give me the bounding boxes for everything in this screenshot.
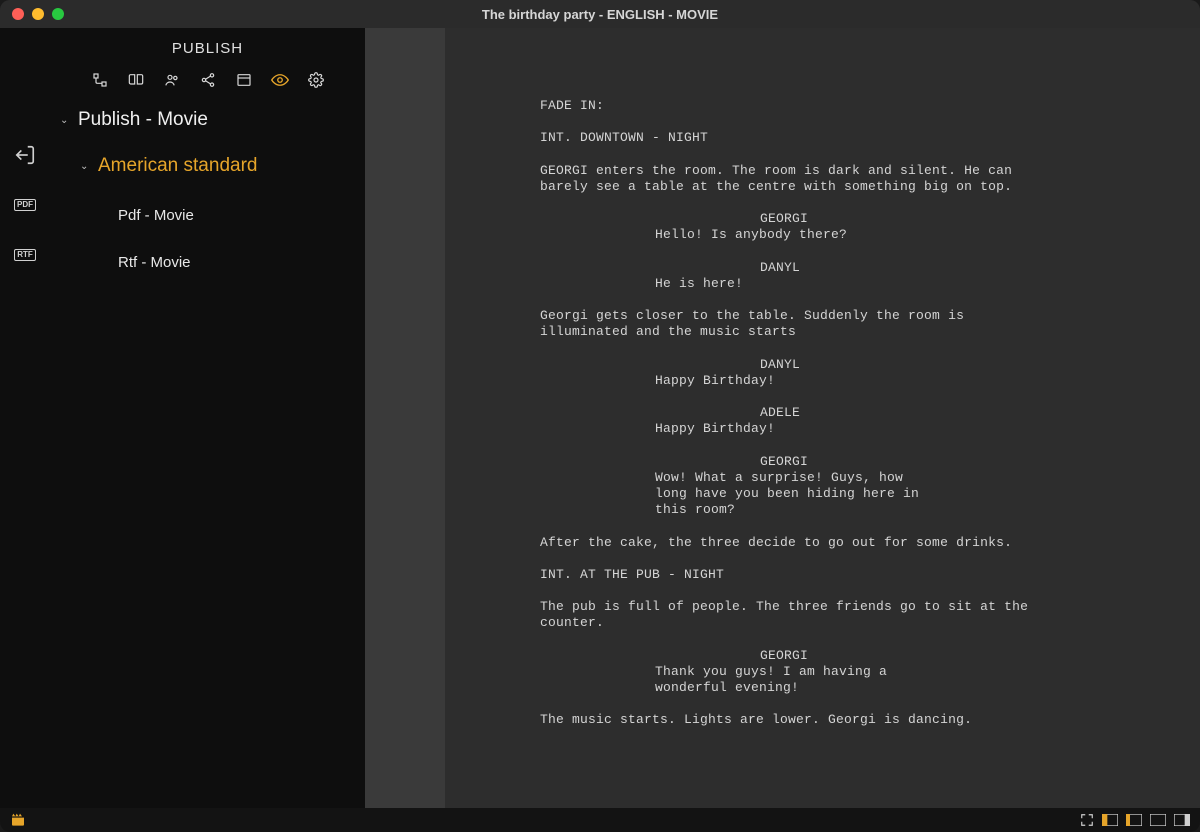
tree-group-american-standard[interactable]: ⌄ American standard: [60, 149, 365, 183]
minimize-window-button[interactable]: [32, 8, 44, 20]
export-icon[interactable]: [13, 143, 37, 167]
titlebar: The birthday party - ENGLISH - MOVIE: [0, 0, 1200, 28]
sp-action: The music starts. Lights are lower. Geor…: [540, 712, 1200, 728]
pdf-icon[interactable]: PDF: [13, 193, 37, 217]
eye-icon[interactable]: [271, 71, 289, 89]
book-icon[interactable]: [127, 71, 145, 89]
sp-scene-heading: INT. DOWNTOWN - NIGHT: [540, 130, 1200, 146]
maximize-window-button[interactable]: [52, 8, 64, 20]
panel-left-alt-icon[interactable]: [1126, 814, 1142, 826]
sp-action: illuminated and the music starts: [540, 324, 1200, 340]
left-rail: PDF RTF: [0, 28, 50, 808]
layout-switcher: [1080, 813, 1190, 827]
preview-area: FADE IN: INT. DOWNTOWN - NIGHT GEORGI en…: [365, 28, 1200, 808]
people-icon[interactable]: [163, 71, 181, 89]
sp-character: ADELE: [540, 405, 1200, 421]
sp-dialogue: long have you been hiding here in: [540, 486, 910, 502]
window-title: The birthday party - ENGLISH - MOVIE: [0, 7, 1200, 22]
sp-action: After the cake, the three decide to go o…: [540, 535, 1200, 551]
sp-character: GEORGI: [540, 211, 1200, 227]
sp-dialogue: Happy Birthday!: [540, 373, 910, 389]
sp-character: DANYL: [540, 260, 1200, 276]
sp-character: DANYL: [540, 357, 1200, 373]
gear-icon[interactable]: [307, 71, 325, 89]
clapper-icon[interactable]: [10, 811, 26, 830]
rtf-icon[interactable]: RTF: [13, 243, 37, 267]
sp-character: GEORGI: [540, 648, 1200, 664]
page-gutter: [365, 28, 445, 808]
sp-dialogue: He is here!: [540, 276, 910, 292]
sidebar-title: PUBLISH: [50, 28, 365, 65]
sp-action: GEORGI enters the room. The room is dark…: [540, 163, 1200, 179]
sp-scene-heading: INT. AT THE PUB - NIGHT: [540, 567, 1200, 583]
sp-fade-in: FADE IN:: [540, 98, 1200, 114]
sp-dialogue: Wow! What a surprise! Guys, how: [540, 470, 910, 486]
tree-root-label: Publish - Movie: [78, 109, 208, 131]
tree-item-pdf[interactable]: Pdf - Movie: [60, 201, 365, 230]
chevron-down-icon: ⌄: [60, 115, 70, 126]
layout-icon[interactable]: [235, 71, 253, 89]
sidebar-panel: PUBLISH ⌄ Publish - Movie ⌄ American sta…: [50, 28, 365, 808]
screenplay-page: FADE IN: INT. DOWNTOWN - NIGHT GEORGI en…: [445, 28, 1200, 808]
sidebar-toolbar: [50, 65, 365, 103]
close-window-button[interactable]: [12, 8, 24, 20]
sp-action: counter.: [540, 615, 1200, 631]
share-icon[interactable]: [199, 71, 217, 89]
panel-none-icon[interactable]: [1150, 814, 1166, 826]
sp-dialogue: Happy Birthday!: [540, 421, 910, 437]
tree-item-rtf[interactable]: Rtf - Movie: [60, 248, 365, 277]
publish-tree: ⌄ Publish - Movie ⌄ American standard Pd…: [50, 103, 365, 277]
sp-action: The pub is full of people. The three fri…: [540, 599, 1200, 615]
fullscreen-icon[interactable]: [1080, 813, 1094, 827]
panel-right-icon[interactable]: [1174, 814, 1190, 826]
panel-left-icon[interactable]: [1102, 814, 1118, 826]
chevron-down-icon: ⌄: [80, 161, 90, 172]
sp-dialogue: wonderful evening!: [540, 680, 910, 696]
status-bar: [0, 808, 1200, 832]
sp-character: GEORGI: [540, 454, 1200, 470]
sp-action: barely see a table at the centre with so…: [540, 179, 1200, 195]
sp-dialogue: this room?: [540, 502, 910, 518]
sp-dialogue: Hello! Is anybody there?: [540, 227, 910, 243]
sp-dialogue: Thank you guys! I am having a: [540, 664, 910, 680]
tree-item-label: Pdf - Movie: [118, 207, 194, 224]
tree-group-label: American standard: [98, 155, 257, 177]
tree-root[interactable]: ⌄ Publish - Movie: [60, 103, 365, 137]
tree-item-label: Rtf - Movie: [118, 254, 191, 271]
tree-icon[interactable]: [91, 71, 109, 89]
sp-action: Georgi gets closer to the table. Suddenl…: [540, 308, 1200, 324]
